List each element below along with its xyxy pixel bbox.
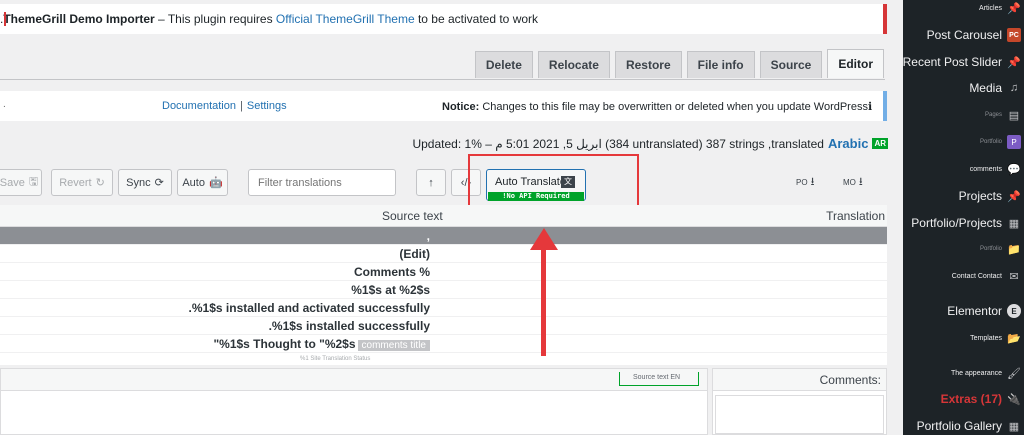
tabs-divider: [0, 79, 885, 80]
notice-message: Notice: Changes to this file may be over…: [442, 101, 873, 113]
table-row[interactable]: (Edit): [0, 245, 887, 263]
tab-restore[interactable]: Restore: [614, 51, 682, 78]
sidebar-item-pages[interactable]: Pages ▤: [903, 103, 1024, 127]
media-icon: ♫: [1009, 82, 1019, 94]
pin-icon: 📌: [1007, 190, 1021, 203]
sidebar-item-projects[interactable]: Projects 📌: [903, 184, 1024, 208]
language-name: Arabic: [827, 136, 869, 151]
auto-button[interactable]: Auto 🤖: [177, 169, 228, 196]
table-row[interactable]: .%1$s installed and activated successful…: [0, 299, 887, 317]
sidebar-item-post-carousel[interactable]: Post Carousel PC: [903, 23, 1024, 47]
tab-delete[interactable]: Delete: [474, 51, 533, 78]
source-pane-header: Source text EN: [1, 369, 707, 391]
brush-icon: 🖌: [1007, 367, 1021, 380]
language-badge: AR: [872, 138, 888, 149]
context-tag: comments title: [357, 340, 430, 351]
stats-text: Updated: ابريل 5, 2021 5:01 م – %1 (384 …: [412, 136, 824, 151]
documentation-link[interactable]: Documentation: [162, 100, 236, 112]
table-row[interactable]: "%1$s Thought to "%2$s comments title: [0, 335, 887, 353]
arrow-annotation: [541, 244, 546, 356]
main-content: ThemeGrill Demo Importer – This plugin r…: [0, 0, 903, 435]
save-button[interactable]: Save 🖫: [0, 169, 42, 196]
tab-editor[interactable]: Editor: [827, 49, 884, 78]
tab-source[interactable]: Source: [759, 51, 823, 78]
revert-icon: ↻: [95, 177, 105, 189]
strings-grid: , (Edit) Comments % %1$s at %2$s .%1$s i…: [0, 227, 887, 371]
elementor-icon: E: [1007, 304, 1021, 318]
sidebar-item-comments[interactable]: comments 💬: [903, 157, 1024, 181]
portfolio-icon: P: [1007, 135, 1021, 149]
sidebar-item-articles[interactable]: Articles 📌: [903, 0, 1024, 20]
robot-icon: 🤖: [208, 177, 223, 189]
download-po-button[interactable]: PO ⭳: [796, 173, 814, 192]
source-pane: Source text EN: [0, 368, 708, 435]
download-mo-button[interactable]: MO ⭳: [843, 173, 863, 192]
editor-panes: Source text EN Comments:: [0, 368, 887, 435]
revert-button[interactable]: Revert ↻: [51, 169, 113, 196]
notice-links: Documentation | Settings: [162, 100, 287, 112]
page-icon: ▤: [1008, 109, 1020, 122]
save-icon: 🖫: [28, 176, 39, 188]
sidebar-item-extras[interactable]: Extras (17) 🔌: [903, 387, 1024, 411]
sidebar-item-portfolio-2[interactable]: Portfolio 📁: [903, 237, 1024, 261]
table-row[interactable]: %1$s at %2$s: [0, 281, 887, 299]
fuzzy-button[interactable]: ↑: [416, 169, 446, 196]
sidebar-item-recent-post-slider[interactable]: Recent Post Slider 📌: [903, 50, 1024, 74]
source-column-header: Source text: [382, 209, 443, 223]
file-tabs: Delete Relocate Restore File info Source…: [474, 49, 884, 78]
error-text: ThemeGrill Demo Importer – This plugin r…: [0, 12, 539, 26]
mail-icon: ✉: [1009, 270, 1019, 283]
translation-column-header: Translation: [826, 209, 885, 223]
gallery-icon: ▦: [1008, 420, 1020, 433]
sidebar-item-media[interactable]: Media ♫: [903, 76, 1024, 100]
source-lang-label: Source text EN: [619, 372, 699, 386]
sync-icon: ⟳: [154, 177, 164, 189]
update-notice: . Documentation | Settings Notice: Changes…: [0, 91, 887, 121]
tab-file-info[interactable]: File info: [686, 51, 755, 78]
sidebar-item-contact[interactable]: Contact Contact ✉: [903, 264, 1024, 288]
sidebar-item-appearance[interactable]: The appearance 🖌: [903, 361, 1024, 385]
plugin-error-notice: ThemeGrill Demo Importer – This plugin r…: [0, 4, 887, 34]
sidebar-item-portfolio-gallery[interactable]: Portfolio Gallery ▦: [903, 414, 1024, 435]
table-row[interactable]: ,: [0, 227, 887, 245]
settings-link[interactable]: Settings: [247, 100, 287, 112]
table-row[interactable]: Comments %: [0, 263, 887, 281]
column-header: Source text Translation: [0, 205, 887, 227]
comments-pane: Comments:: [712, 368, 887, 435]
themegrill-theme-link[interactable]: Official ThemeGrill Theme: [276, 12, 415, 26]
comments-header: Comments:: [713, 369, 886, 391]
notice-dot: .: [3, 99, 6, 110]
folder-icon: 📂: [1007, 332, 1021, 345]
notice-marker: [4, 12, 6, 26]
filter-translations-input[interactable]: [248, 169, 396, 196]
sidebar-item-elementor[interactable]: Elementor E: [903, 299, 1024, 323]
pin-icon: 📌: [1007, 56, 1021, 69]
table-row[interactable]: .%1$s installed successfully: [0, 317, 887, 335]
folder-icon: 📁: [1007, 243, 1021, 256]
download-icon: ⭳: [810, 176, 815, 188]
sidebar-item-templates[interactable]: Templates 📂: [903, 326, 1024, 350]
translation-stats: Updated: ابريل 5, 2021 5:01 م – %1 (384 …: [412, 136, 888, 151]
comment-icon: 💬: [1007, 163, 1021, 176]
info-icon: ℹ: [867, 101, 873, 113]
sidebar-item-portfolio-projects[interactable]: Portfolio/Projects ▦: [903, 211, 1024, 235]
tab-relocate[interactable]: Relocate: [537, 51, 610, 78]
grid-icon: ▦: [1008, 217, 1020, 230]
arrow-up-icon: ↑: [428, 176, 434, 189]
sync-button[interactable]: Sync ⟳: [118, 169, 172, 196]
admin-sidebar: Articles 📌 Post Carousel PC Recent Post Sl…: [903, 0, 1024, 435]
comments-textarea[interactable]: [715, 395, 884, 434]
editor-toolbar: Save🖫 Revert↻ Sync⟳ Auto🤖 ↑ ‹/› Auto Tra…: [0, 169, 903, 201]
download-icon: ⭳: [858, 176, 863, 188]
sidebar-item-portfolio[interactable]: Portfolio P: [903, 130, 1024, 154]
pc-icon: PC: [1007, 28, 1021, 42]
plug-icon: 🔌: [1007, 393, 1021, 406]
pin-icon: 📌: [1007, 2, 1021, 15]
